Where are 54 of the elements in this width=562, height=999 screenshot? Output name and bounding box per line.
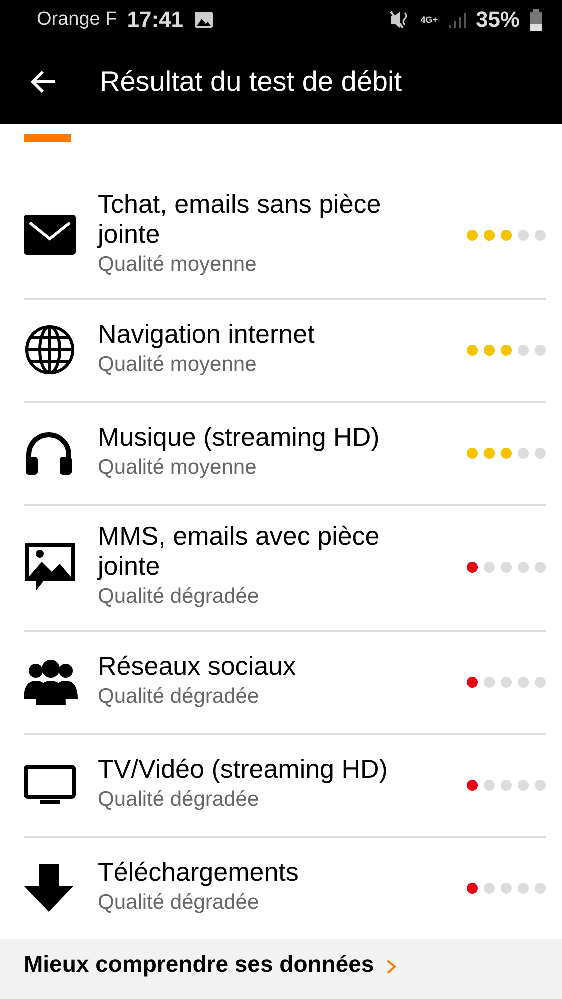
people-icon <box>24 659 78 705</box>
rating-dot <box>501 676 512 688</box>
battery-icon <box>530 9 542 31</box>
service-name: Téléchargements <box>98 857 300 887</box>
rating-dot <box>535 676 546 688</box>
rating-dot <box>518 676 529 688</box>
rating-dot <box>484 676 495 688</box>
rating-dot <box>484 780 495 790</box>
quality-label: Qualité moyenne <box>98 352 258 378</box>
rating-dot <box>518 344 529 356</box>
battery-percentage: 35% <box>476 7 520 33</box>
service-name: Navigation internet <box>98 319 316 349</box>
image-icon <box>24 542 76 592</box>
carrier-name: Orange F <box>37 9 118 31</box>
rating-dot <box>518 562 529 572</box>
rating-dot <box>501 562 512 572</box>
service-name: TV/Vidéo (streaming HD) <box>98 754 389 784</box>
service-name: Musique (streaming HD) <box>98 422 381 452</box>
quality-label: Qualité dégradée <box>98 787 260 813</box>
rating-dot <box>535 882 546 894</box>
service-name: Tchat, emails sans pièce jointe <box>98 189 382 249</box>
gallery-notification-icon <box>194 11 214 29</box>
down-arrow-icon <box>24 864 74 912</box>
rating-dot <box>518 448 529 458</box>
signal-icon <box>448 11 466 29</box>
clock: 17:41 <box>127 7 184 33</box>
headphones-icon <box>24 431 74 475</box>
back-arrow-icon[interactable] <box>30 70 56 94</box>
rating-dot <box>518 780 529 790</box>
service-name: Réseaux sociaux <box>98 651 297 681</box>
quality-label: Qualité moyenne <box>98 455 258 481</box>
rating-dot <box>518 882 529 894</box>
rating-dot <box>484 882 495 894</box>
screen-title: Résultat du test de débit <box>100 66 402 98</box>
rating-dot <box>484 562 495 572</box>
rating-dot <box>501 780 512 790</box>
rating-dot <box>535 230 546 240</box>
rating-dot <box>535 562 546 572</box>
section-heading: Mieux comprendre ses données <box>24 951 374 978</box>
service-name: MMS, emails avec pièce jointe <box>98 521 381 581</box>
quality-label: Qualité dégradée <box>98 584 260 610</box>
quality-label: Qualité dégradée <box>98 890 260 916</box>
rating-dot <box>501 882 512 894</box>
rating-dot <box>535 780 546 790</box>
network-type: 4G+ <box>420 16 438 24</box>
globe-icon <box>24 324 76 376</box>
rating-dot <box>518 230 529 240</box>
rating-dot <box>535 344 546 356</box>
quality-label: Qualité dégradée <box>98 684 260 710</box>
accent-bar <box>24 134 71 142</box>
rating-dot <box>535 448 546 458</box>
quality-label: Qualité moyenne <box>98 252 258 278</box>
envelope-icon <box>24 215 76 255</box>
television-icon <box>24 765 76 805</box>
